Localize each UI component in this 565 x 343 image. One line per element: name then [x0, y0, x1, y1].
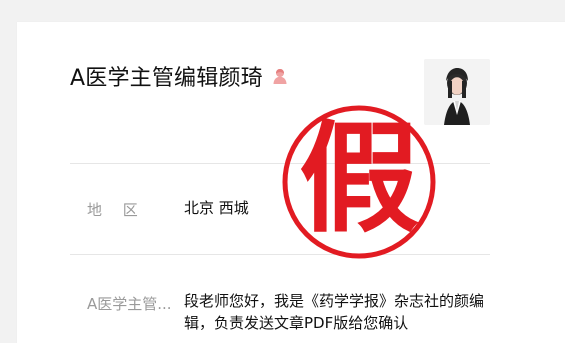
region-label: 地 区: [87, 201, 146, 219]
female-person-icon: [271, 67, 289, 85]
message-value: 段老师您好，我是《药学学报》杂志社的颜编辑，负责发送文章PDF版给您确认: [184, 292, 485, 332]
profile-name: A医学主管编辑颜琦: [70, 66, 263, 91]
region-value: 北京 西城: [184, 199, 249, 217]
screen: A医学主管编辑颜琦 地 区 北京 西城 A医学主管... 段老师您好，我是《药学…: [0, 0, 565, 343]
profile-name-row: A医学主管编辑颜琦: [70, 62, 289, 91]
message-label: A医学主管...: [87, 295, 172, 313]
avatar[interactable]: [424, 59, 490, 125]
divider-top: [70, 163, 490, 164]
divider-middle: [70, 254, 490, 255]
